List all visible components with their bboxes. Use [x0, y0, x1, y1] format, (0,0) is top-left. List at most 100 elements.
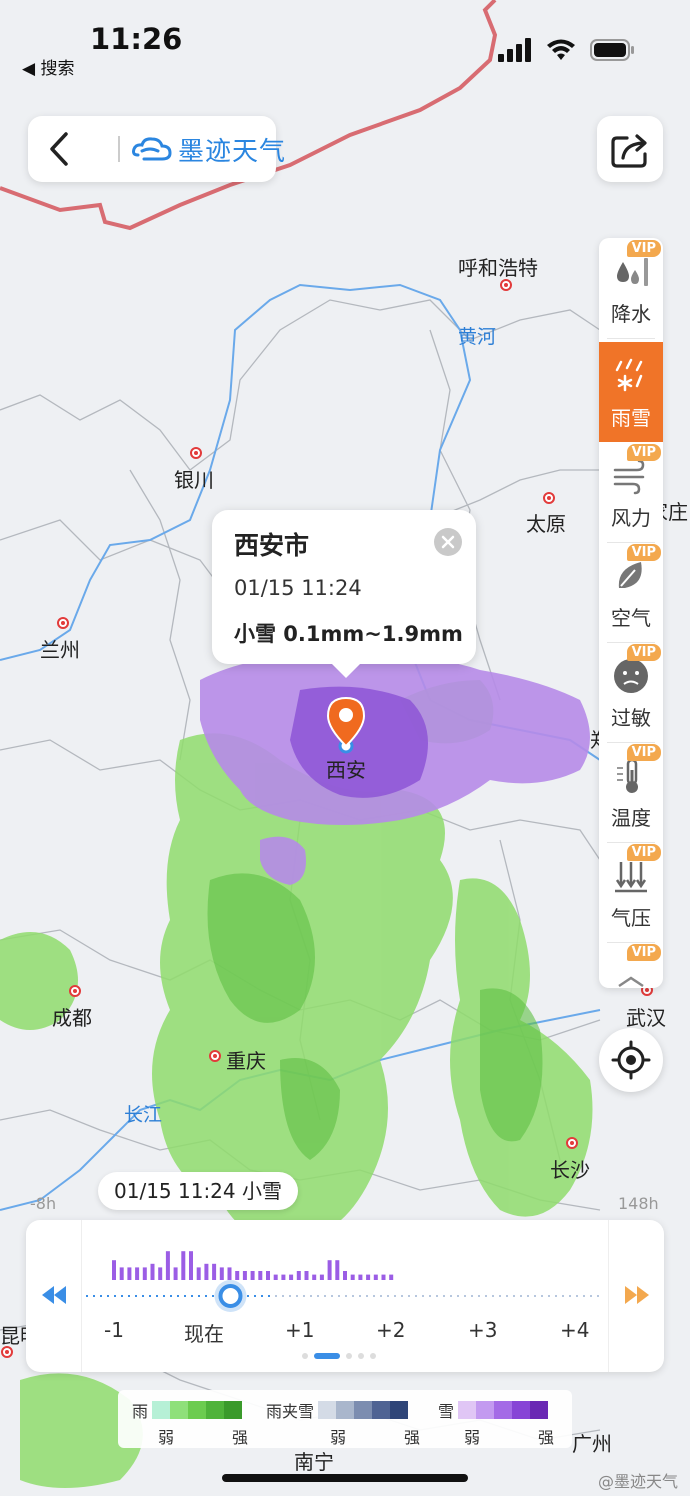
- vip-badge: VIP: [626, 544, 661, 561]
- river-label-yellow: 黄河: [458, 326, 497, 348]
- river-label-yangtze: 长江: [124, 1104, 163, 1126]
- layer-label: 空气: [611, 606, 651, 630]
- layer-wind[interactable]: 风力 VIP: [599, 442, 663, 542]
- layer-allergy[interactable]: 过敏 VIP: [599, 642, 663, 742]
- layer-label: 雨雪: [611, 406, 651, 430]
- precip-bar: [389, 1274, 394, 1280]
- wind-icon: [613, 459, 645, 495]
- popup-close-button[interactable]: [434, 528, 462, 556]
- legend-rain-swatches: [152, 1401, 243, 1419]
- legend-swatch: [476, 1401, 495, 1419]
- city-label: 兰州: [40, 638, 80, 662]
- rewind-button[interactable]: [26, 1220, 82, 1372]
- legend-swatch: [206, 1401, 225, 1419]
- app-name: 墨迹天气: [178, 136, 287, 167]
- layer-temperature[interactable]: 温度 VIP: [599, 742, 663, 842]
- legend-mixed-swatches: [318, 1401, 409, 1419]
- back-to-search[interactable]: ◀ 搜索: [22, 54, 74, 79]
- status-icons: [498, 38, 636, 62]
- locate-button[interactable]: [599, 1028, 663, 1092]
- vip-badge: VIP: [626, 844, 661, 861]
- popup-time: 01/15 11:24: [234, 576, 362, 600]
- city-label: 银川: [174, 468, 214, 492]
- timeline-knob[interactable]: [218, 1284, 243, 1308]
- layer-more[interactable]: VIP: [599, 942, 663, 988]
- precip-timeline-chart[interactable]: [82, 1220, 608, 1372]
- legend-swatch: [354, 1401, 373, 1419]
- vip-badge: VIP: [626, 744, 661, 761]
- legend-swatch: [512, 1401, 531, 1419]
- hour-label: +4: [560, 1318, 590, 1342]
- layer-precipitation[interactable]: 降水 VIP: [599, 238, 663, 338]
- leaf-icon: [618, 562, 642, 588]
- precip-bar: [219, 1267, 224, 1280]
- hour-label: +1: [285, 1318, 315, 1342]
- precip-bar: [312, 1274, 317, 1280]
- layer-label: 降水: [611, 302, 651, 326]
- page-dot: [370, 1353, 376, 1359]
- color-legend: 雨 雨夹雪 雪 弱 强 弱 强 弱 强: [118, 1390, 572, 1448]
- status-time: 11:26: [90, 22, 183, 56]
- city-label-xian: 西安: [326, 758, 366, 782]
- layer-air[interactable]: 空气 VIP: [599, 542, 663, 642]
- city-label: 呼和浩特: [458, 256, 538, 280]
- thermometer-icon: [617, 758, 638, 793]
- precip-bar: [112, 1260, 116, 1280]
- rain-drops-icon: [617, 258, 648, 286]
- fast-forward-button[interactable]: [608, 1220, 664, 1372]
- location-pin-icon[interactable]: [326, 696, 366, 756]
- status-bar: 11:26 ◀ 搜索: [0, 0, 690, 90]
- precip-bar: [258, 1271, 263, 1280]
- chevron-left-icon: [50, 132, 68, 166]
- precip-bar: [196, 1267, 201, 1280]
- timeline-end-label: 148h: [618, 1194, 659, 1213]
- layer-panel: 降水 VIP 雨雪 风力 VIP 空气 VIP 过敏 VIP 温度 VIP 气压…: [599, 238, 663, 988]
- precip-bar: [327, 1260, 332, 1280]
- legend-strong: 强: [538, 1428, 555, 1447]
- precip-bar: [165, 1251, 170, 1280]
- hour-label: -1: [104, 1318, 124, 1342]
- page-dot: [346, 1353, 352, 1359]
- allergy-face-icon: [614, 659, 648, 693]
- legend-swatch: [458, 1401, 477, 1419]
- home-indicator[interactable]: [222, 1474, 468, 1482]
- legend-swatch: [336, 1401, 355, 1419]
- precip-bar: [181, 1251, 186, 1280]
- legend-swatch: [224, 1401, 243, 1419]
- watermark: @墨迹天气: [598, 1472, 679, 1491]
- layer-label: 过敏: [611, 706, 651, 730]
- legend-swatch: [170, 1401, 189, 1419]
- share-button[interactable]: [597, 116, 663, 182]
- city-marker: [566, 1137, 578, 1149]
- precip-bar: [119, 1267, 124, 1280]
- legend-rain: 雨: [132, 1398, 243, 1422]
- layer-rain-snow[interactable]: 雨雪: [599, 342, 663, 442]
- legend-swatch: [152, 1401, 171, 1419]
- layer-label: 风力: [611, 506, 651, 530]
- city-marker: [209, 1050, 221, 1062]
- legend-swatch: [372, 1401, 391, 1419]
- precip-bar: [358, 1274, 363, 1280]
- city-marker: [543, 492, 555, 504]
- hour-label: +3: [468, 1318, 498, 1342]
- layer-pressure[interactable]: 气压 VIP: [599, 842, 663, 942]
- rain-snow-icon: [615, 358, 643, 392]
- precip-bar: [158, 1267, 163, 1280]
- precip-bar: [189, 1251, 193, 1280]
- header-divider: [118, 136, 120, 162]
- legend-snow-label: 雪: [438, 1402, 455, 1421]
- layer-label: 温度: [611, 806, 651, 830]
- precip-bar: [281, 1274, 286, 1280]
- precip-bar: [142, 1267, 147, 1280]
- precip-bar: [150, 1263, 155, 1280]
- precip-bar: [212, 1263, 217, 1280]
- layer-label: 气压: [611, 906, 651, 930]
- precip-bar: [242, 1271, 247, 1280]
- vip-badge: VIP: [626, 240, 661, 257]
- cloud-logo-icon: [132, 137, 172, 161]
- timeline-start-label: -8h: [30, 1194, 57, 1213]
- precip-bar: [304, 1271, 309, 1280]
- pressure-icon: [615, 862, 647, 893]
- city-marker: [500, 279, 512, 291]
- back-button[interactable]: [40, 128, 80, 170]
